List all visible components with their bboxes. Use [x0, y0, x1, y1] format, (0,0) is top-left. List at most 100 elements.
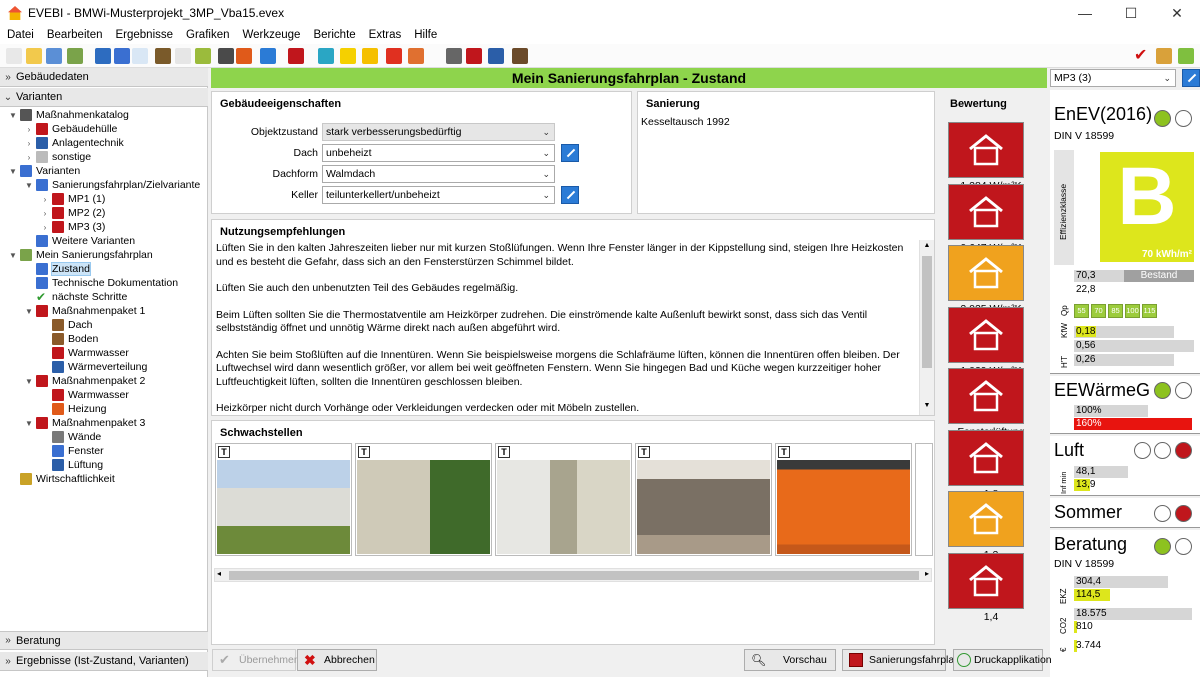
- expanded-arrow-icon[interactable]: ▼: [24, 377, 34, 386]
- tree-item[interactable]: Fenster: [40, 444, 104, 458]
- tree-item[interactable]: Technische Dokumentation: [24, 276, 178, 290]
- sun-toolbar-icon[interactable]: [362, 48, 378, 64]
- expanded-arrow-icon[interactable]: ▼: [8, 251, 18, 260]
- fire-toolbar-icon[interactable]: [288, 48, 304, 64]
- bewertung-card[interactable]: [948, 429, 1024, 486]
- expanded-arrow-icon[interactable]: ▼: [24, 419, 34, 428]
- tree-item[interactable]: ▼ Maßnahmenpaket 2: [24, 374, 145, 388]
- collapsed-arrow-icon[interactable]: ›: [24, 125, 34, 134]
- tree-item[interactable]: ▼ Sanierungsfahrplan/Zielvariante: [24, 178, 200, 192]
- text-tag-icon[interactable]: T: [778, 446, 790, 458]
- collapsed-arrow-icon[interactable]: ›: [24, 139, 34, 148]
- dach-select[interactable]: unbeheizt ⌄: [322, 144, 555, 162]
- collapsed-arrow-icon[interactable]: ›: [24, 153, 34, 162]
- menu-bearbeiten[interactable]: Bearbeiten: [40, 29, 109, 41]
- pen-toolbar-icon[interactable]: [155, 48, 171, 64]
- tree-item[interactable]: Zustand: [24, 262, 91, 276]
- energy-toolbar-icon[interactable]: [236, 48, 252, 64]
- schwachstelle-thumbnail[interactable]: T: [215, 443, 352, 556]
- transfer-icon[interactable]: [1156, 48, 1172, 64]
- tree-item[interactable]: › MP3 (3): [40, 220, 105, 234]
- help-toolbar-icon[interactable]: [488, 48, 504, 64]
- menu-berichte[interactable]: Berichte: [306, 29, 361, 41]
- section-beratung[interactable]: » Beratung: [0, 631, 208, 650]
- uebernehmen-button[interactable]: ✔ Übernehmen: [212, 649, 300, 671]
- tree-item[interactable]: › MP1 (1): [40, 192, 105, 206]
- schwachstelle-thumbnail[interactable]: T: [355, 443, 492, 556]
- snow-toolbar-icon[interactable]: [318, 48, 334, 64]
- bulb-toolbar-icon[interactable]: [340, 48, 356, 64]
- tree-item[interactable]: ▼ Mein Sanierungsfahrplan: [8, 248, 153, 262]
- new-toolbar-icon[interactable]: [6, 48, 22, 64]
- page-toolbar-icon[interactable]: [175, 48, 191, 64]
- objektzustand-select[interactable]: stark verbesserungsbedürftig ⌄: [322, 123, 555, 141]
- list-toolbar-icon[interactable]: [195, 48, 211, 64]
- abbrechen-button[interactable]: ✖ Abbrechen: [297, 649, 377, 671]
- tree-item[interactable]: ▼ Varianten: [8, 164, 80, 178]
- bewertung-card[interactable]: [948, 368, 1024, 424]
- collapsed-arrow-icon[interactable]: ›: [40, 195, 50, 204]
- save-toolbar-icon[interactable]: [46, 48, 62, 64]
- validate-check-icon[interactable]: ✔: [1134, 48, 1150, 64]
- schwachstelle-thumbnail[interactable]: T: [635, 443, 772, 556]
- expanded-arrow-icon[interactable]: ▼: [8, 167, 18, 176]
- maximize-button[interactable]: ☐: [1108, 0, 1154, 26]
- expanded-arrow-icon[interactable]: ▼: [24, 307, 34, 316]
- scroll-left-icon[interactable]: ◂: [217, 569, 221, 578]
- tree-item[interactable]: Wirtschaftlichkeit: [8, 472, 115, 486]
- edit-dach-button[interactable]: [561, 144, 579, 162]
- tree-item[interactable]: Heizung: [40, 402, 107, 416]
- calc-toolbar-icon[interactable]: [260, 48, 276, 64]
- tree-item[interactable]: › sonstige: [24, 150, 91, 164]
- tree-item[interactable]: Lüftung: [40, 458, 103, 472]
- schwachstelle-thumbnail-partial[interactable]: [915, 443, 933, 556]
- tree-item[interactable]: Warmwasser: [40, 388, 129, 402]
- chart-line-icon[interactable]: [1178, 48, 1194, 64]
- menu-werkzeuge[interactable]: Werkzeuge: [236, 29, 307, 41]
- report-toolbar-icon[interactable]: [446, 48, 462, 64]
- scroll-thumb[interactable]: [229, 571, 919, 580]
- device-toolbar-icon[interactable]: [512, 48, 528, 64]
- sanierungsfahrplan-button[interactable]: Sanierungsfahrplan: [842, 649, 960, 671]
- tree-item[interactable]: › Anlagentechnik: [24, 136, 124, 150]
- menu-datei[interactable]: Datei: [0, 29, 40, 41]
- tree-item[interactable]: ▼ Maßnahmenkatalog: [8, 108, 129, 122]
- tree-item[interactable]: ▼ Maßnahmenpaket 3: [24, 416, 145, 430]
- text-tag-icon[interactable]: T: [498, 446, 510, 458]
- horizontal-scrollbar[interactable]: ◂ ▸: [214, 568, 932, 582]
- print-toolbar-icon[interactable]: [218, 48, 234, 64]
- text-tag-icon[interactable]: T: [358, 446, 370, 458]
- schwachstelle-thumbnail[interactable]: T: [775, 443, 912, 556]
- vorschau-button[interactable]: 🔍︎ Vorschau: [744, 649, 836, 671]
- collapsed-arrow-icon[interactable]: ›: [40, 209, 50, 218]
- keller-select[interactable]: teilunterkellert/unbeheizt ⌄: [322, 186, 555, 204]
- bewertung-card[interactable]: [948, 183, 1024, 240]
- bewertung-card[interactable]: [948, 552, 1024, 609]
- section-varianten[interactable]: ⌄ Varianten: [0, 88, 208, 107]
- edit-variant-button[interactable]: [1182, 69, 1200, 87]
- tree-item[interactable]: › Gebäudehülle: [24, 122, 117, 136]
- scroll-thumb[interactable]: [922, 256, 932, 368]
- vertical-scrollbar[interactable]: ▲ ▼: [919, 240, 934, 415]
- import-toolbar-icon[interactable]: [95, 48, 111, 64]
- menu-grafiken[interactable]: Grafiken: [179, 29, 235, 41]
- tree-item[interactable]: Wände: [40, 430, 101, 444]
- scroll-down-icon[interactable]: ▼: [921, 402, 933, 409]
- dena-toolbar-icon[interactable]: [132, 48, 148, 64]
- open-toolbar-icon[interactable]: [26, 48, 42, 64]
- druckapplikation-button[interactable]: Druckapplikation: [953, 649, 1052, 671]
- text-tag-icon[interactable]: T: [638, 446, 650, 458]
- scroll-right-icon[interactable]: ▸: [925, 569, 929, 578]
- bewertung-card[interactable]: [948, 306, 1024, 363]
- variant-select[interactable]: MP3 (3) ⌄: [1050, 69, 1176, 87]
- section-gebaeudedaten[interactable]: » Gebäudedaten: [0, 68, 208, 87]
- schwachstelle-thumbnail[interactable]: T: [495, 443, 632, 556]
- tree-item[interactable]: ▼ Maßnahmenpaket 1: [24, 304, 145, 318]
- section-ergebnisse[interactable]: » Ergebnisse (Ist-Zustand, Varianten): [0, 652, 208, 671]
- chart-toolbar-icon[interactable]: [466, 48, 482, 64]
- tree-item[interactable]: › MP2 (2): [40, 206, 105, 220]
- burner-toolbar-icon[interactable]: [386, 48, 402, 64]
- tree-item[interactable]: Boden: [40, 332, 98, 346]
- bewertung-card[interactable]: [948, 245, 1024, 301]
- menu-hilfe[interactable]: Hilfe: [407, 29, 443, 41]
